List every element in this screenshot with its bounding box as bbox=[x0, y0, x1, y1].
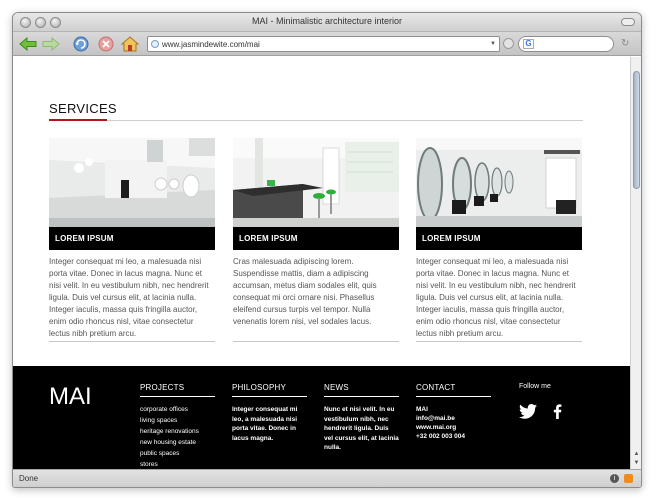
home-icon bbox=[121, 36, 139, 52]
footer-contact-details: MAI info@mai.be www.mai.org +32 002 003 … bbox=[416, 405, 491, 441]
footer-project-link[interactable]: new housing estate bbox=[140, 437, 215, 448]
footer-philosophy-text: Integer consequat mi leo, a malesuada ni… bbox=[232, 406, 298, 442]
facebook-link[interactable] bbox=[553, 404, 562, 424]
service-card-title[interactable]: LOREM IPSUM bbox=[416, 227, 582, 250]
footer-philosophy: PHILOSOPHY Integer consequat mi leo, a m… bbox=[232, 383, 307, 443]
footer-news-heading[interactable]: NEWS bbox=[324, 383, 399, 397]
search-input[interactable]: G bbox=[518, 36, 614, 52]
chevron-down-icon[interactable]: ▼ bbox=[490, 41, 496, 47]
footer-contact-heading[interactable]: CONTACT bbox=[416, 383, 491, 397]
card-divider bbox=[416, 341, 582, 342]
footer-project-link[interactable]: public spaces bbox=[140, 448, 215, 459]
back-button[interactable] bbox=[19, 35, 39, 53]
follow-me-label: Follow me bbox=[519, 383, 551, 390]
back-arrow-icon bbox=[19, 37, 37, 51]
service-card-image[interactable] bbox=[233, 138, 399, 227]
section-divider bbox=[49, 120, 583, 121]
service-card-description: Integer consequat mi leo, a malesuada ni… bbox=[416, 257, 576, 338]
footer-projects: PROJECTS corporate offices living spaces… bbox=[140, 383, 215, 470]
contact-phone: +32 002 003 004 bbox=[416, 433, 465, 440]
scroll-up-arrow-icon[interactable]: ▲ bbox=[633, 451, 640, 459]
service-card-title[interactable]: LOREM IPSUM bbox=[49, 227, 215, 250]
reload-button[interactable] bbox=[72, 35, 90, 53]
heading-accent-underline bbox=[49, 119, 107, 121]
white-gallery-interior-image bbox=[49, 138, 215, 227]
service-card[interactable]: LOREM IPSUM Integer consequat mi leo, a … bbox=[416, 138, 582, 340]
card-divider bbox=[233, 341, 399, 342]
browser-toolbar: www.jasmindewite.com/mai ▼ G ↻ bbox=[13, 32, 641, 56]
contact-email[interactable]: info@mai.be bbox=[416, 414, 491, 423]
forward-button[interactable] bbox=[42, 35, 60, 53]
contact-website[interactable]: www.mai.org bbox=[416, 423, 491, 432]
service-card-description: Cras malesuada adipiscing lorem. Suspend… bbox=[233, 257, 377, 326]
browser-window: MAI - Minimalistic architecture interior bbox=[12, 12, 642, 488]
footer-news-text: Nunc et nisi velit. In eu vestibulum nib… bbox=[324, 406, 399, 451]
window-title: MAI - Minimalistic architecture interior bbox=[251, 16, 403, 26]
salon-interior-image bbox=[416, 138, 582, 227]
twitter-icon bbox=[519, 404, 537, 419]
footer-projects-heading[interactable]: PROJECTS bbox=[140, 383, 215, 397]
google-search-icon[interactable]: G bbox=[523, 39, 534, 49]
page-viewport: SERVICES LOREM IPSUM Integer consequat m… bbox=[13, 57, 632, 471]
reload-icon bbox=[73, 36, 89, 52]
toolbar-toggle-button[interactable] bbox=[621, 18, 635, 26]
status-text: Done bbox=[19, 474, 39, 483]
address-url: www.jasmindewite.com/mai bbox=[162, 39, 260, 49]
mai-logo-mark: MAI bbox=[49, 383, 92, 410]
vertical-scrollbar[interactable]: ▲ ▼ bbox=[630, 57, 641, 471]
contact-name: MAI bbox=[416, 406, 428, 413]
rss-feed-icon[interactable] bbox=[624, 474, 633, 483]
logo-text: MAI bbox=[49, 383, 92, 407]
service-card[interactable]: LOREM IPSUM Integer consequat mi leo, a … bbox=[49, 138, 215, 340]
site-footer: MAI PROJECTS corporate offices living sp… bbox=[13, 366, 632, 471]
stop-icon bbox=[98, 36, 114, 52]
footer-contact: CONTACT MAI info@mai.be www.mai.org +32 … bbox=[416, 383, 491, 441]
home-button[interactable] bbox=[121, 35, 139, 53]
info-icon[interactable]: i bbox=[610, 474, 619, 483]
address-bar[interactable]: www.jasmindewite.com/mai ▼ bbox=[147, 36, 500, 52]
go-button[interactable] bbox=[503, 38, 514, 49]
status-bar: Done i bbox=[13, 469, 641, 487]
service-card-description: Integer consequat mi leo, a malesuada ni… bbox=[49, 257, 209, 338]
scroll-down-arrow-icon[interactable]: ▼ bbox=[633, 460, 640, 468]
service-card-image[interactable] bbox=[49, 138, 215, 227]
mai-logo[interactable]: MAI bbox=[49, 383, 97, 412]
forward-arrow-icon bbox=[42, 37, 60, 51]
site-favicon-icon bbox=[151, 40, 159, 48]
services-heading: SERVICES bbox=[49, 101, 117, 116]
footer-projects-list: corporate offices living spaces heritage… bbox=[140, 404, 215, 470]
footer-news: NEWS Nunc et nisi velit. In eu vestibulu… bbox=[324, 383, 399, 453]
footer-project-link[interactable]: corporate offices bbox=[140, 404, 215, 415]
stop-button[interactable] bbox=[97, 35, 115, 53]
footer-project-link[interactable]: heritage renovations bbox=[140, 426, 215, 437]
service-card-title[interactable]: LOREM IPSUM bbox=[233, 227, 399, 250]
service-card[interactable]: LOREM IPSUM Cras malesuada adipiscing lo… bbox=[233, 138, 399, 328]
activity-indicator-icon: ↻ bbox=[621, 38, 630, 49]
card-divider bbox=[49, 341, 215, 342]
twitter-link[interactable] bbox=[519, 404, 537, 424]
footer-philosophy-heading[interactable]: PHILOSOPHY bbox=[232, 383, 307, 397]
service-card-image[interactable] bbox=[416, 138, 582, 227]
footer-project-link[interactable]: living spaces bbox=[140, 415, 215, 426]
scrollbar-thumb[interactable] bbox=[633, 71, 640, 189]
green-lounge-interior-image bbox=[233, 138, 399, 227]
title-bar: MAI - Minimalistic architecture interior bbox=[13, 13, 641, 32]
facebook-icon bbox=[553, 404, 562, 419]
